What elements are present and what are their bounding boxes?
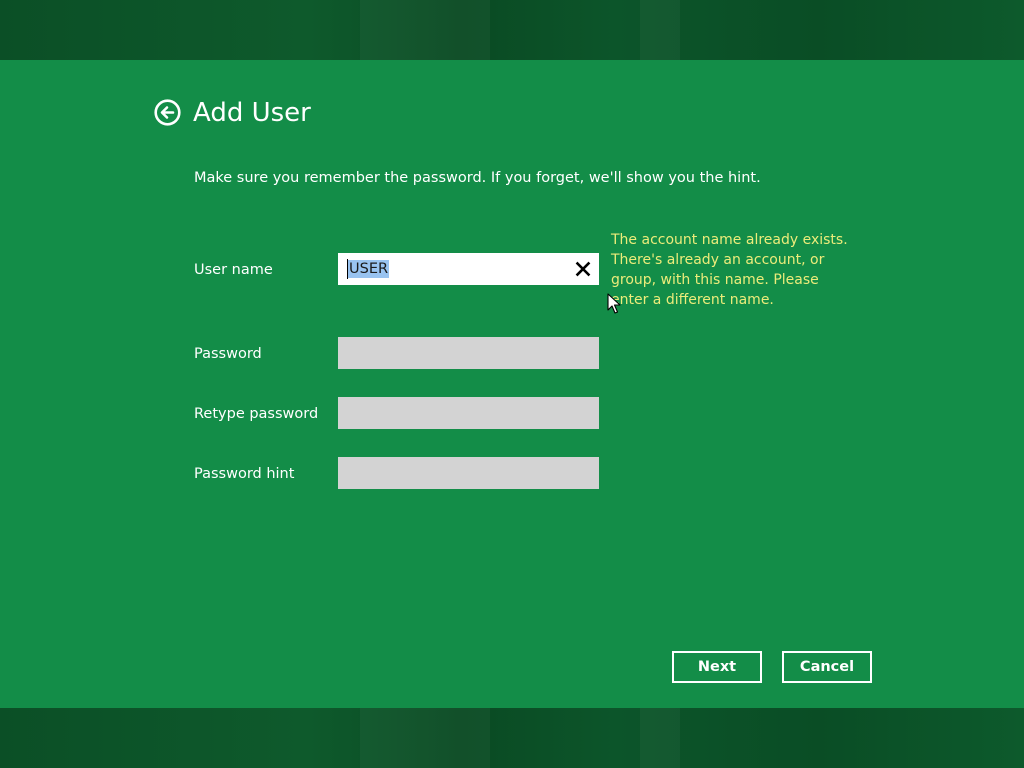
mouse-pointer-icon <box>607 293 621 314</box>
cancel-button[interactable]: Cancel <box>782 651 872 683</box>
error-line: group, with this name. Please <box>611 272 819 288</box>
username-field[interactable]: USER <box>338 253 599 285</box>
username-label: User name <box>194 262 273 278</box>
retype-password-label: Retype password <box>194 406 319 422</box>
retype-password-field[interactable] <box>338 397 599 429</box>
error-line: There's already an account, or <box>611 252 825 268</box>
bottom-backdrop <box>0 708 1024 768</box>
username-error-message: The account name already exists. There's… <box>611 230 848 310</box>
error-line: The account name already exists. <box>611 232 848 248</box>
clear-username-button[interactable] <box>573 259 593 279</box>
screen: Add User Make sure you remember the pass… <box>0 0 1024 768</box>
password-hint-label: Password hint <box>194 466 295 482</box>
text-caret <box>347 259 348 279</box>
error-line: enter a different name. <box>611 292 774 308</box>
password-field[interactable] <box>338 337 599 369</box>
close-icon <box>575 261 591 277</box>
back-button[interactable] <box>154 99 181 126</box>
page-title: Add User <box>193 98 311 128</box>
next-button[interactable]: Next <box>672 651 762 683</box>
top-backdrop <box>0 0 1024 60</box>
back-arrow-circle-icon <box>154 99 181 126</box>
password-hint-field[interactable] <box>338 457 599 489</box>
add-user-dialog: Add User Make sure you remember the pass… <box>0 60 1024 708</box>
password-label: Password <box>194 346 262 362</box>
username-value: USER <box>348 260 390 278</box>
instruction-text: Make sure you remember the password. If … <box>194 170 761 186</box>
